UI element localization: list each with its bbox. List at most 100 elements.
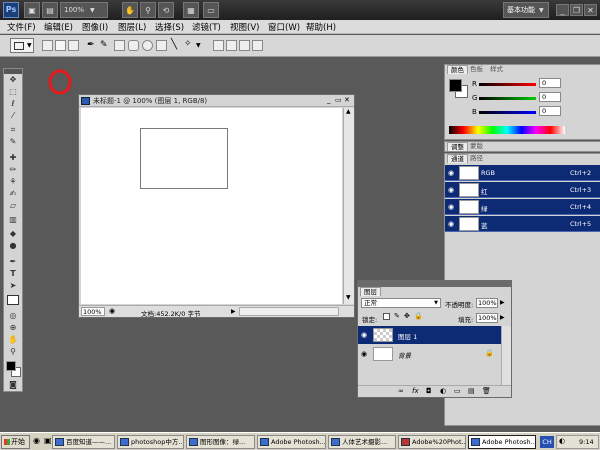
doc-maximize-button[interactable]: ▭ (335, 96, 342, 104)
fill-field[interactable]: 100% (476, 313, 498, 323)
tab-color[interactable]: 颜色 (447, 65, 468, 74)
ime-indicator[interactable]: CH (540, 436, 554, 448)
menu-file[interactable]: 文件(F) (7, 21, 36, 33)
rotate-view-button[interactable]: ⟲ (158, 2, 174, 18)
vertical-scrollbar[interactable]: ▲ ▼ (343, 108, 354, 304)
menu-image[interactable]: 图像(I) (82, 21, 108, 33)
path-selection-tool-icon[interactable]: ➤ (7, 281, 19, 291)
fill-arrow-icon[interactable]: ▶ (500, 314, 505, 321)
foreground-color-swatch[interactable] (6, 361, 16, 371)
3d-orbit-tool-icon[interactable]: ⊕ (7, 323, 19, 333)
eye-icon[interactable]: ◉ (448, 169, 454, 177)
lock-all-icon[interactable]: 🔒 (414, 312, 423, 320)
menu-filter[interactable]: 滤镜(T) (192, 21, 221, 33)
start-button[interactable]: 开始 (1, 435, 30, 449)
foreground-color-chip[interactable] (449, 79, 462, 92)
link-layers-icon[interactable]: ∞ (398, 387, 404, 395)
freeform-pen-icon[interactable]: ✎ (100, 40, 108, 50)
menu-edit[interactable]: 编辑(E) (44, 21, 73, 33)
pen-tool-icon[interactable]: ✒ (7, 257, 19, 267)
status-info-icon[interactable]: ◉ (109, 307, 115, 315)
rounded-rectangle-tool-icon[interactable] (128, 40, 139, 51)
gradient-tool-icon[interactable]: ▥ (7, 215, 19, 225)
channel-b-slider[interactable] (479, 111, 536, 114)
menu-layer[interactable]: 图层(L) (118, 21, 146, 33)
channel-g-field[interactable]: 0 (539, 92, 561, 102)
channel-b-field[interactable]: 0 (539, 106, 561, 116)
horizontal-scrollbar[interactable] (239, 307, 339, 316)
dodge-tool-icon[interactable]: ● (7, 241, 19, 251)
add-shape-area-button[interactable] (226, 40, 237, 51)
opacity-arrow-icon[interactable]: ▶ (500, 299, 505, 306)
history-brush-tool-icon[interactable]: ✍ (7, 189, 19, 199)
move-tool-icon[interactable]: ✥ (7, 75, 19, 85)
taskbar-item[interactable]: 百度知道——... (52, 435, 115, 449)
tab-masks[interactable]: 蒙版 (467, 142, 486, 151)
tab-channels[interactable]: 通道 (447, 154, 468, 163)
tab-layers[interactable]: 图层 (360, 287, 381, 296)
lasso-tool-icon[interactable]: ℓ (7, 99, 19, 109)
channel-row-red[interactable]: ◉ 红 Ctrl+3 (445, 182, 600, 198)
pen-tool-icon[interactable]: ✒ (87, 40, 95, 50)
eye-icon[interactable]: ◉ (448, 203, 454, 211)
marquee-tool-icon[interactable]: ⬚ (7, 87, 19, 97)
delete-layer-icon[interactable]: 🗑 (482, 387, 491, 395)
new-layer-icon[interactable]: ▤ (468, 387, 475, 395)
clone-stamp-tool-icon[interactable]: ⚘ (7, 177, 19, 187)
lock-position-icon[interactable]: ✥ (404, 312, 410, 320)
lock-transparent-icon[interactable] (383, 313, 390, 320)
eye-icon[interactable]: ◉ (361, 350, 367, 358)
taskbar-item[interactable]: photoshop中方... (117, 435, 184, 449)
minimize-button[interactable]: _ (556, 4, 569, 16)
channel-row-blue[interactable]: ◉ 蓝 Ctrl+5 (445, 216, 600, 232)
subtract-shape-area-button[interactable] (239, 40, 250, 51)
screen-mode-button[interactable]: ▭ (203, 2, 219, 18)
scroll-down-arrow[interactable]: ▼ (346, 294, 351, 301)
zoom-tool-button[interactable]: ⚲ (140, 2, 156, 18)
menu-window[interactable]: 窗口(W) (268, 21, 300, 33)
new-shape-area-button[interactable] (213, 40, 224, 51)
view-extras-button[interactable]: ▤ (42, 2, 58, 18)
quick-launch-icon[interactable]: ◉ (33, 436, 40, 445)
channel-r-slider[interactable] (479, 83, 536, 86)
new-group-icon[interactable]: ▭ (454, 387, 461, 395)
zoom-dropdown[interactable]: 100% ▼ (60, 2, 108, 18)
shape-layers-button[interactable] (42, 40, 53, 51)
channel-row-rgb[interactable]: ◉ RGB Ctrl+2 (445, 165, 600, 181)
arrange-documents-button[interactable]: ▦ (183, 2, 199, 18)
tab-styles[interactable]: 样式 (487, 65, 506, 74)
tab-swatches[interactable]: 色板 (467, 65, 486, 74)
ellipse-tool-icon[interactable] (142, 40, 153, 51)
taskbar-item-active[interactable]: Adobe Photosh... (468, 435, 536, 449)
hand-tool-button[interactable]: ✋ (122, 2, 138, 18)
color-spectrum-bar[interactable] (449, 126, 565, 134)
eye-icon[interactable]: ◉ (448, 220, 454, 228)
status-zoom-field[interactable]: 100% (81, 307, 105, 316)
3d-rotate-tool-icon[interactable]: ◎ (7, 311, 19, 321)
taskbar-item[interactable]: Adobe Photosh... (257, 435, 326, 449)
close-button[interactable]: ✕ (584, 4, 597, 16)
document-title-bar[interactable]: 未标题-1 @ 100% (图层 1, RGB/8) _ ▭ ✕ (79, 95, 354, 107)
eyedropper-tool-icon[interactable]: ✎ (7, 137, 19, 147)
blend-mode-select[interactable]: 正常 ▼ (361, 298, 441, 308)
menu-view[interactable]: 视图(V) (230, 21, 259, 33)
lock-image-icon[interactable]: ✎ (394, 312, 400, 320)
brush-tool-icon[interactable]: ✏ (7, 165, 19, 175)
channel-row-green[interactable]: ◉ 绿 Ctrl+4 (445, 199, 600, 215)
hand-tool-icon[interactable]: ✋ (7, 335, 19, 345)
polygon-tool-icon[interactable] (156, 40, 167, 51)
layer-row-1[interactable]: ◉ 图层 1 (358, 326, 501, 344)
layers-scrollbar[interactable] (501, 326, 511, 386)
eye-icon[interactable]: ◉ (361, 331, 367, 339)
eye-icon[interactable]: ◉ (448, 186, 454, 194)
type-tool-icon[interactable]: T (7, 269, 19, 279)
menu-help[interactable]: 帮助(H) (306, 21, 336, 33)
menu-select[interactable]: 选择(S) (155, 21, 184, 33)
adjustment-layer-icon[interactable]: ◐ (440, 387, 446, 395)
custom-shape-tool-icon[interactable]: ✧ (184, 39, 192, 49)
blur-tool-icon[interactable]: ◆ (7, 229, 19, 239)
fill-pixels-button[interactable] (68, 40, 79, 51)
workspace-switcher[interactable]: 基本功能 ▼ (503, 2, 549, 18)
doc-close-button[interactable]: ✕ (344, 96, 350, 104)
scroll-up-arrow[interactable]: ▲ (346, 108, 351, 115)
